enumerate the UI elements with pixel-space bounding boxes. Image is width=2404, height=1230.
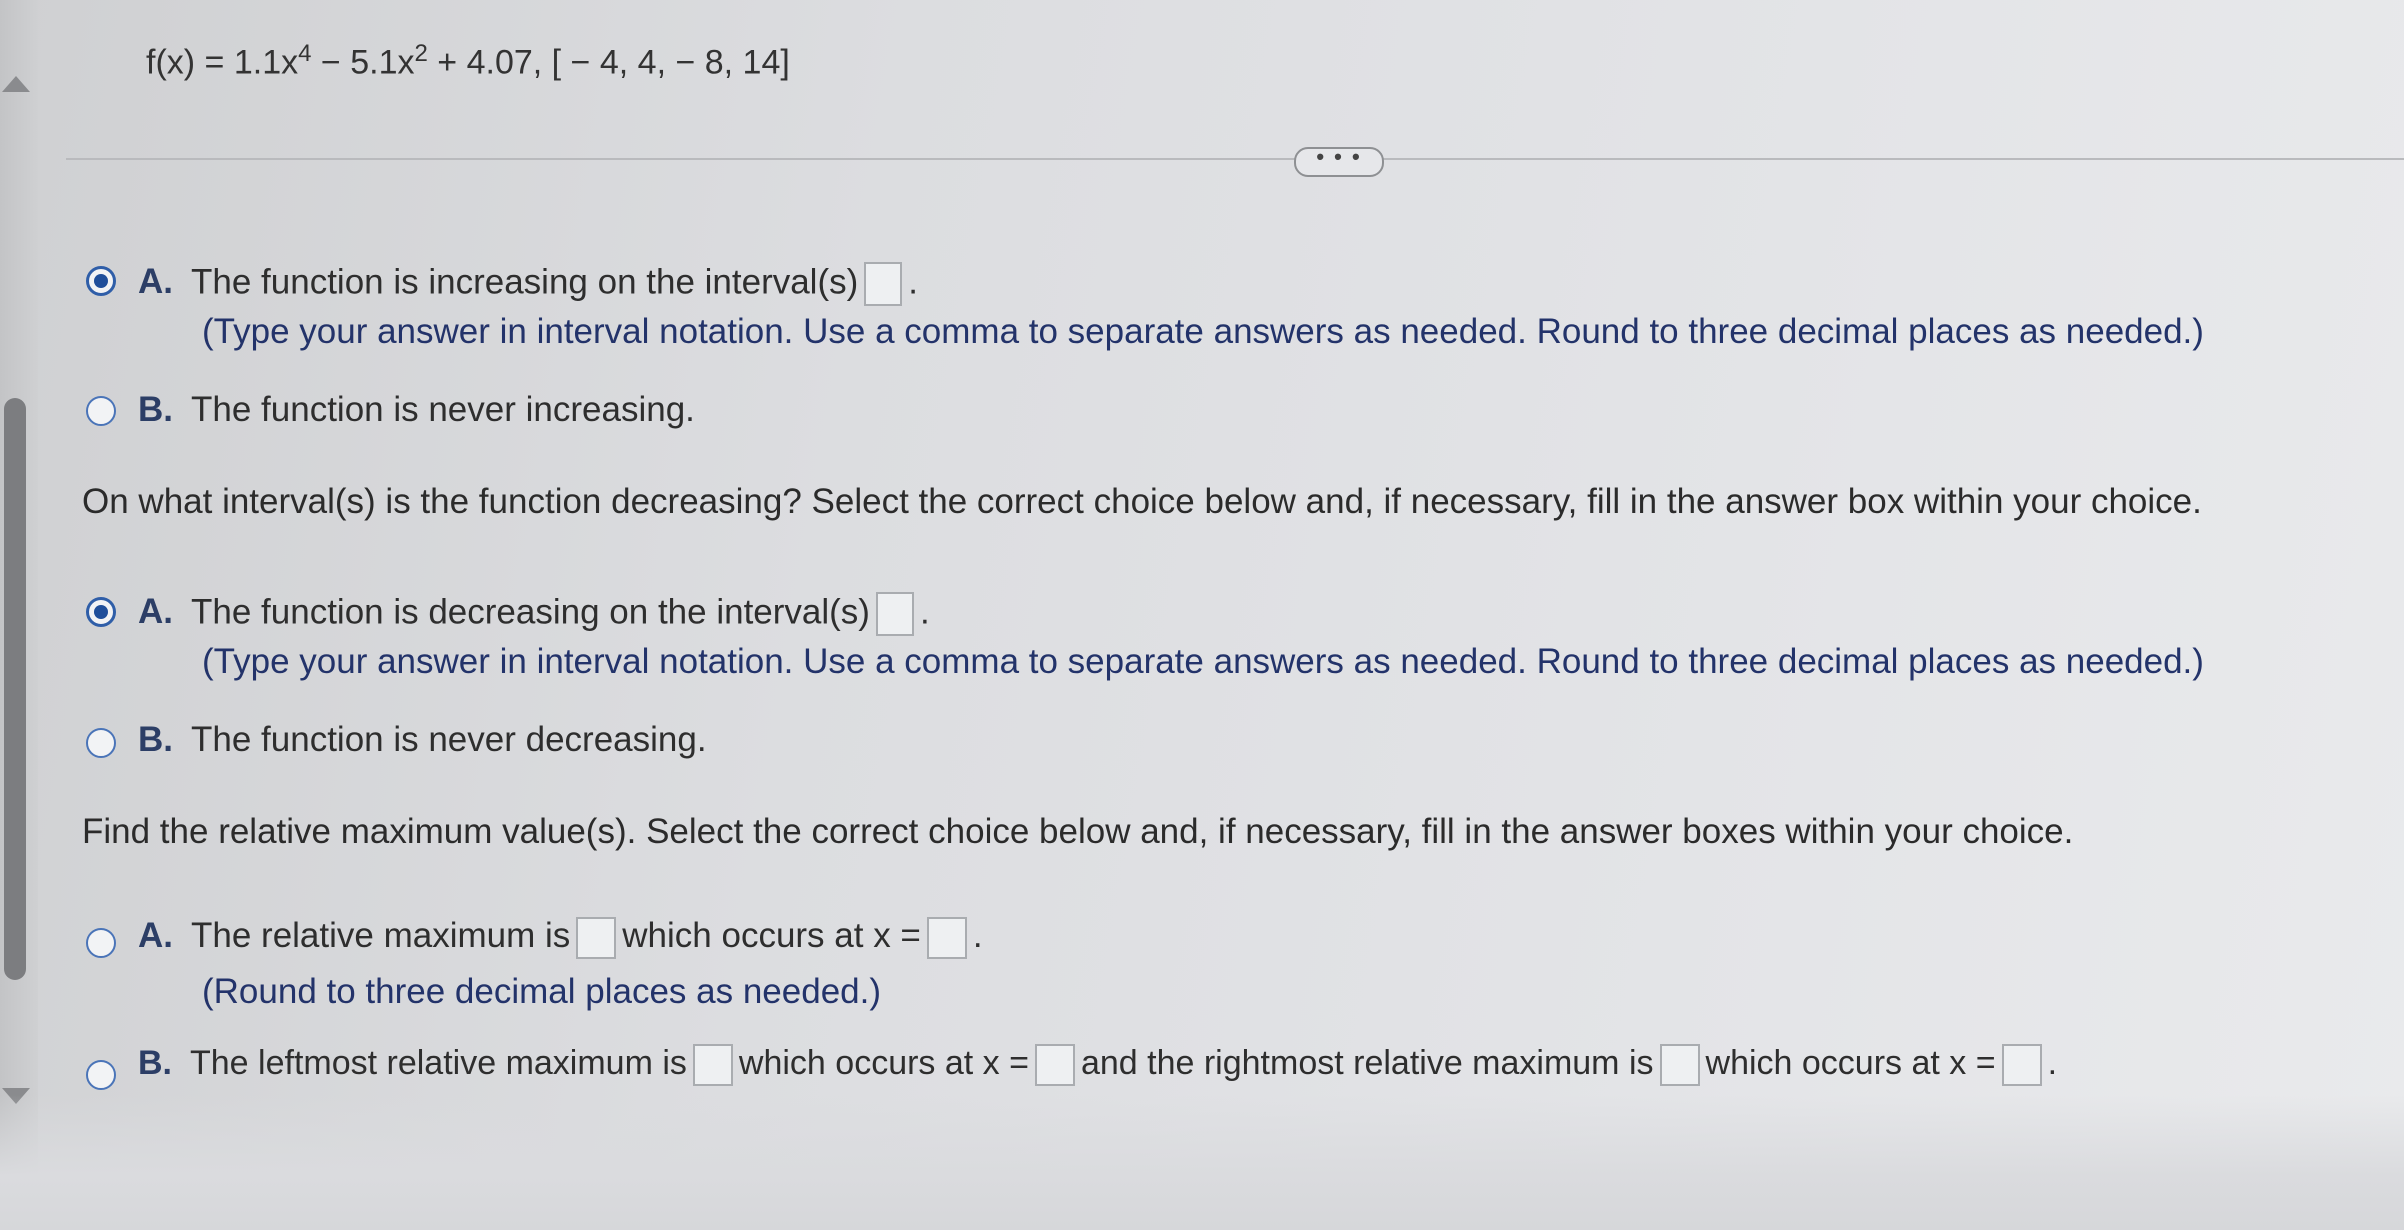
section-divider bbox=[66, 158, 2404, 160]
decreasing-option-a: A. The function is decreasing on the inte… bbox=[138, 592, 930, 636]
rightmost-max-value-input[interactable] bbox=[1659, 1044, 1700, 1087]
decreasing-option-b-radio[interactable] bbox=[86, 728, 116, 758]
leftmost-max-x-input[interactable] bbox=[1034, 1044, 1075, 1087]
increasing-option-a: A. The function is increasing on the inte… bbox=[138, 262, 918, 306]
increasing-option-a-label: The function is increasing on the interv… bbox=[191, 262, 859, 302]
increasing-option-a-note: (Type your answer in interval notation. … bbox=[202, 312, 2204, 351]
leftmost-max-value-input[interactable] bbox=[692, 1044, 733, 1087]
increasing-option-b: B. The function is never increasing. bbox=[138, 390, 695, 429]
scroll-up-arrow-icon[interactable] bbox=[2, 76, 30, 92]
relative-max-option-a: A. The relative maximum is which occurs at… bbox=[138, 916, 983, 959]
increasing-interval-input[interactable] bbox=[864, 262, 903, 306]
decreasing-question: On what interval(s) is the function decr… bbox=[82, 482, 2202, 521]
relative-max-option-a-radio[interactable] bbox=[86, 928, 116, 958]
decreasing-option-a-note: (Type your answer in interval notation. … bbox=[202, 642, 2204, 681]
relative-max-option-b-radio[interactable] bbox=[86, 1060, 116, 1090]
left-scroll-rail bbox=[0, 0, 38, 1230]
decreasing-option-b: B. The function is never decreasing. bbox=[138, 720, 707, 759]
relative-max-value-input[interactable] bbox=[576, 916, 617, 959]
relative-max-x-input[interactable] bbox=[926, 916, 967, 959]
decreasing-interval-input[interactable] bbox=[875, 592, 914, 636]
relative-max-option-b: B. The leftmost relative maximum is which … bbox=[138, 1044, 2057, 1087]
bottom-edge-shadow bbox=[0, 1095, 2404, 1230]
relative-max-question: Find the relative maximum value(s). Sele… bbox=[82, 812, 2074, 851]
function-formula: f(x) = 1.1x4 − 5.1x2 + 4.07, [ − 4, 4, −… bbox=[146, 40, 790, 82]
scrollbar-thumb[interactable] bbox=[4, 398, 26, 980]
relative-max-option-a-note: (Round to three decimal places as needed… bbox=[202, 972, 882, 1011]
expand-more-button[interactable]: • • • bbox=[1294, 146, 1384, 177]
increasing-option-b-radio[interactable] bbox=[86, 396, 116, 426]
rightmost-max-x-input[interactable] bbox=[2001, 1044, 2042, 1087]
increasing-option-a-radio[interactable] bbox=[86, 266, 116, 296]
decreasing-option-a-radio[interactable] bbox=[86, 597, 116, 627]
